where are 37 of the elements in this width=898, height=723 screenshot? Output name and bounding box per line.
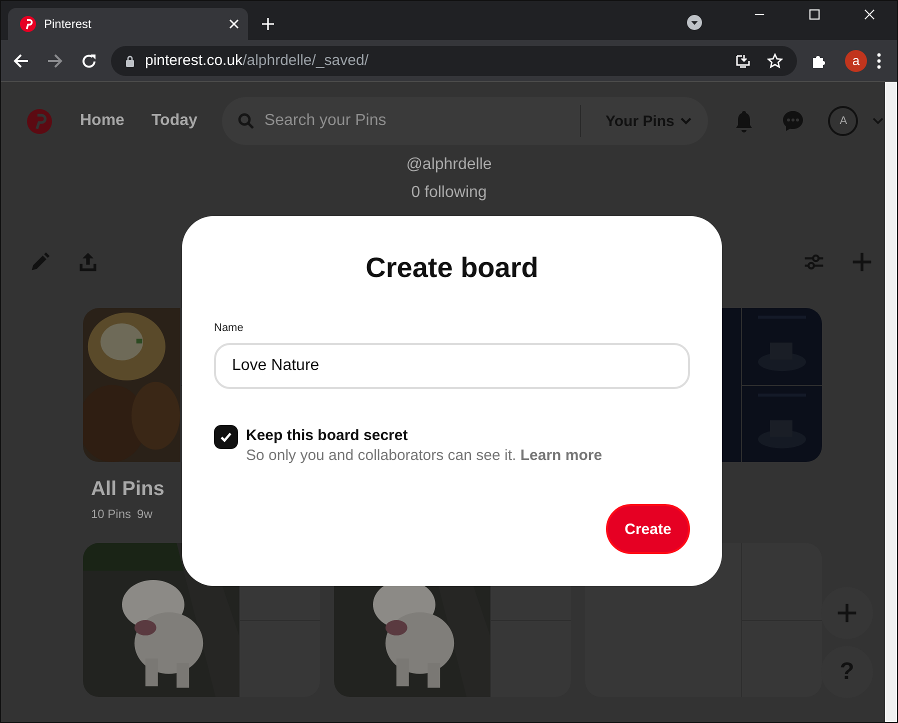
forward-arrow-icon[interactable] (47, 52, 63, 68)
pinterest-logo-icon (20, 16, 36, 32)
close-tab-icon[interactable] (229, 19, 239, 29)
reload-icon[interactable] (81, 52, 97, 68)
back-arrow-icon[interactable] (13, 52, 29, 68)
name-input-field[interactable]: Love Nature (214, 343, 690, 389)
learn-more-link[interactable]: Learn more (520, 447, 602, 464)
create-button[interactable]: Create (606, 504, 690, 554)
search-icon (238, 113, 254, 129)
close-icon[interactable] (864, 9, 875, 20)
lock-icon (125, 54, 135, 66)
field-label: Name (214, 322, 244, 334)
maximize-icon[interactable] (809, 9, 820, 20)
checkbox-label: Keep this board secret (246, 427, 408, 444)
profile-handle: @alphrdelle (406, 156, 492, 174)
tab-title: Pinterest (44, 17, 92, 31)
address-text: pinterest.co.uk/alphrdelle/_saved/ (145, 52, 368, 69)
board-meta: 10 Pins (91, 507, 132, 521)
nav-link[interactable]: Today (151, 112, 198, 130)
new-tab-icon[interactable] (262, 18, 274, 30)
plus-icon (836, 602, 858, 624)
checkbox[interactable] (214, 425, 238, 449)
profile-avatar[interactable]: a (845, 50, 867, 72)
dialog-title: Create board (366, 252, 538, 284)
menu-icon[interactable] (877, 52, 881, 68)
user-avatar[interactable]: A (828, 106, 858, 136)
board-meta: 9w (137, 507, 152, 521)
checkbox-description: So only you and collaborators can see it. Learn more (246, 447, 602, 464)
scrollbar[interactable] (885, 82, 897, 722)
nav-link[interactable]: Home (80, 112, 124, 130)
install-icon[interactable] (735, 52, 751, 68)
browser-tab[interactable]: Pinterest (8, 8, 248, 40)
address-bar[interactable]: pinterest.co.uk/alphrdelle/_saved/ (111, 46, 797, 76)
following-count[interactable]: 0 following (411, 184, 487, 202)
chevron-down-icon (680, 117, 692, 125)
bookmark-star-icon[interactable] (767, 52, 783, 68)
tab-search-icon[interactable] (687, 15, 702, 30)
